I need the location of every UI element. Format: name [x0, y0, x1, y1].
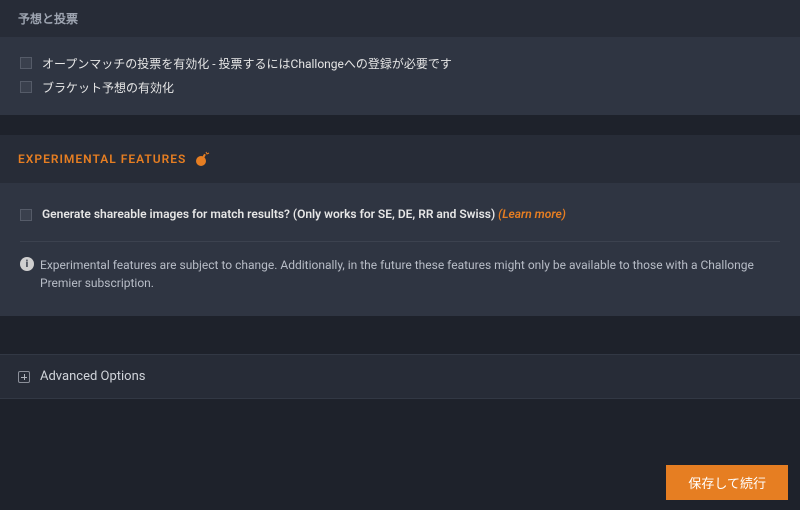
experimental-section-body: Generate shareable images for match resu… [0, 183, 800, 316]
save-continue-button[interactable]: 保存して続行 [666, 465, 788, 500]
experimental-info-text: Experimental features are subject to cha… [40, 256, 780, 292]
info-icon: i [20, 257, 34, 271]
divider [20, 241, 780, 242]
voting-section-title: 予想と投票 [18, 12, 78, 26]
experimental-option-text: Generate shareable images for match resu… [42, 207, 495, 221]
voting-option-label: オープンマッチの投票を有効化 - 投票するにはChallongeへの登録が必要で… [42, 55, 780, 73]
voting-option-bracket-predict[interactable]: ブラケット予想の有効化 [20, 79, 780, 97]
experimental-option-label: Generate shareable images for match resu… [42, 207, 566, 221]
checkbox-icon[interactable] [20, 81, 32, 93]
experimental-info-row: i Experimental features are subject to c… [20, 256, 780, 302]
bomb-icon [194, 151, 210, 167]
experimental-option-shareable-images[interactable]: Generate shareable images for match resu… [20, 207, 780, 221]
footer-bar: 保存して続行 [0, 455, 800, 510]
plus-icon [18, 371, 30, 383]
voting-option-open-match[interactable]: オープンマッチの投票を有効化 - 投票するにはChallongeへの登録が必要で… [20, 55, 780, 73]
experimental-section-title: Experimental Features [18, 152, 186, 166]
section-gap [0, 316, 800, 354]
experimental-section-header: Experimental Features [0, 135, 800, 183]
voting-option-label: ブラケット予想の有効化 [42, 79, 780, 97]
learn-more-link[interactable]: (Learn more) [498, 207, 566, 221]
voting-section-header: 予想と投票 [0, 0, 800, 37]
checkbox-icon[interactable] [20, 209, 32, 221]
checkbox-icon[interactable] [20, 57, 32, 69]
section-gap [0, 115, 800, 135]
voting-section-body: オープンマッチの投票を有効化 - 投票するにはChallongeへの登録が必要で… [0, 37, 800, 115]
advanced-options-label: Advanced Options [40, 369, 145, 384]
advanced-options-toggle[interactable]: Advanced Options [0, 354, 800, 399]
